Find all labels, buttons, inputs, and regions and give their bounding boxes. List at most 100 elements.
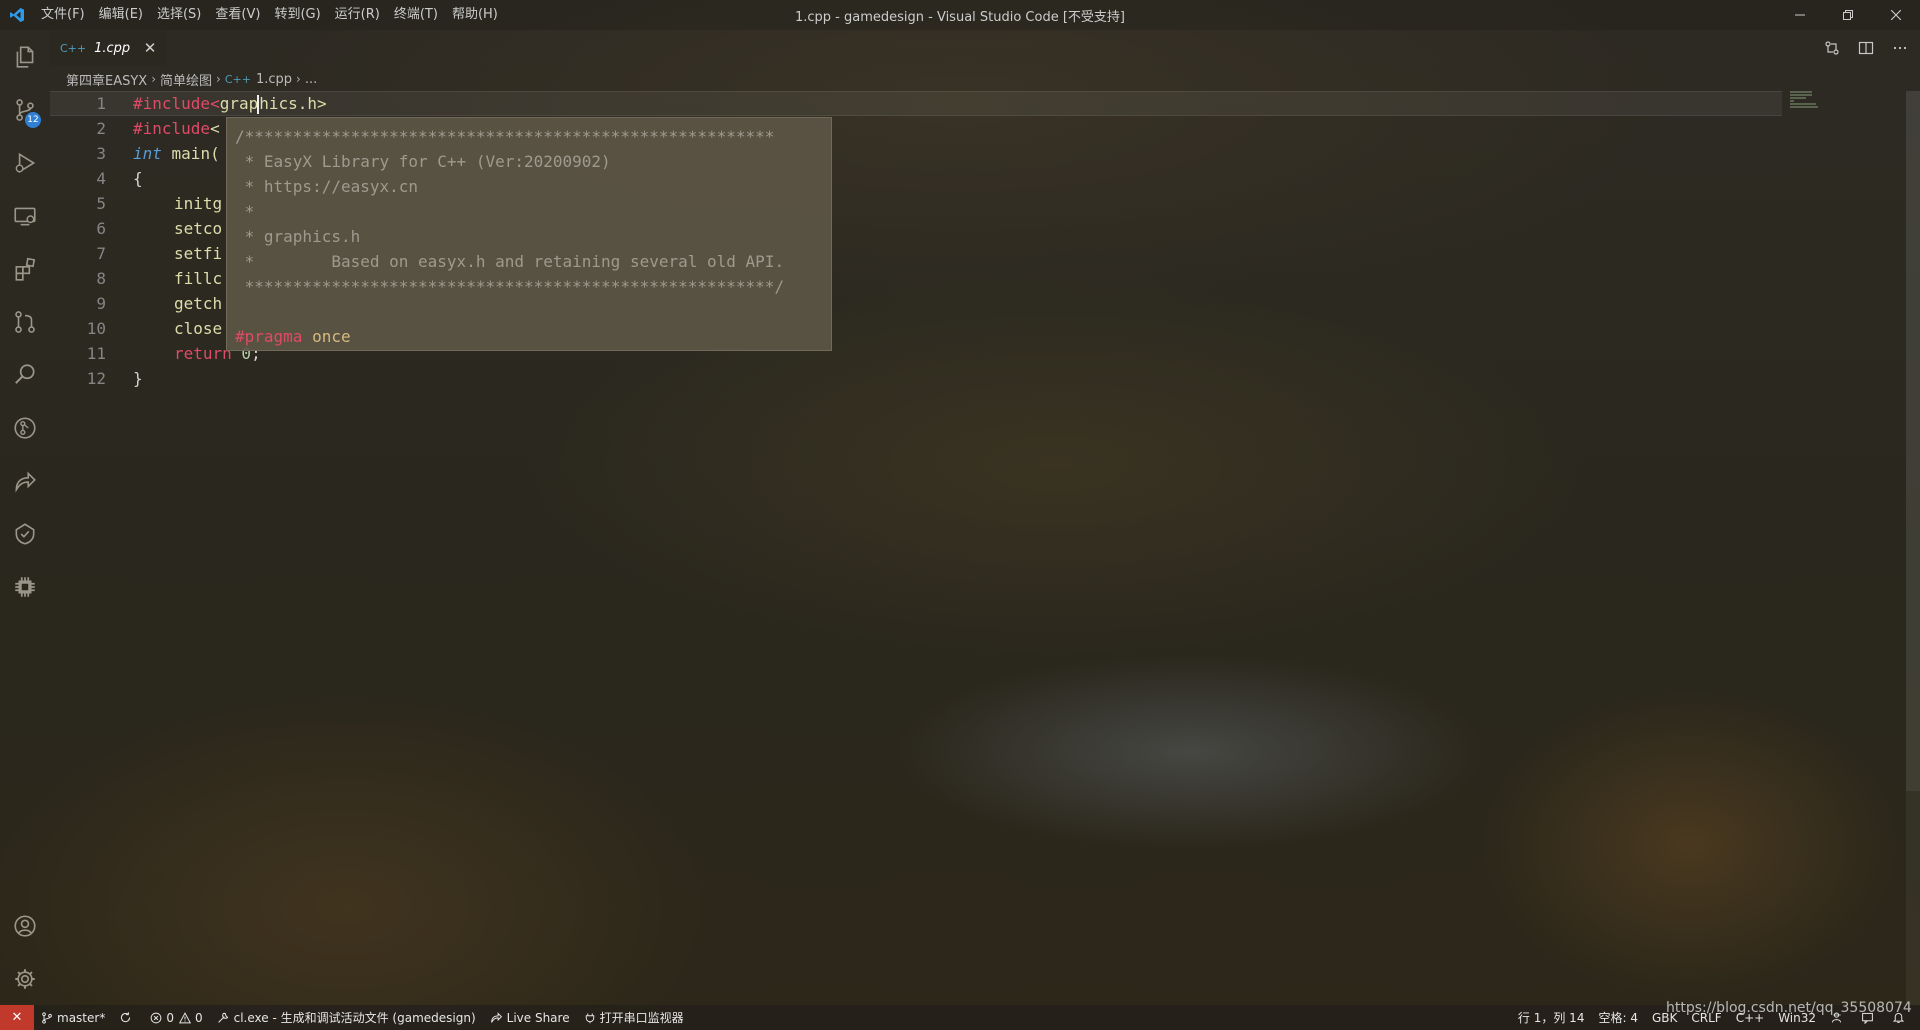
menu-view[interactable]: 查看(V) (208, 0, 267, 30)
explorer-button[interactable] (0, 30, 50, 83)
minimap[interactable] (1790, 91, 1824, 111)
hover-line: * EasyX Library for C++ (Ver:20200902) (235, 152, 611, 171)
line-number: 2 (96, 119, 106, 138)
hover-line: * graphics.h (235, 227, 361, 246)
platformio-icon (15, 576, 35, 597)
sync-button[interactable] (112, 1005, 143, 1030)
code-text: #include< (133, 116, 220, 141)
vscode-logo-icon (0, 0, 34, 30)
testing-button[interactable] (0, 507, 50, 560)
platform-config[interactable]: Win32 (1771, 1005, 1823, 1030)
scrollbar-thumb[interactable] (1906, 91, 1920, 791)
line-number: 4 (96, 169, 106, 188)
accounts-icon (14, 914, 36, 937)
cpp-file-icon: C++ (224, 72, 251, 86)
minimize-button[interactable] (1776, 0, 1824, 30)
token: > (317, 94, 327, 113)
restore-button[interactable] (1824, 0, 1872, 30)
token: grap (219, 94, 259, 113)
hover-line: /***************************************… (235, 127, 775, 146)
compare-changes-button[interactable] (1822, 38, 1842, 58)
line-number: 1 (96, 94, 106, 113)
breadcrumb-folder-chapter[interactable]: 第四章EASYX (66, 70, 147, 89)
bell-icon (1892, 1013, 1905, 1023)
hover-line: ****************************************… (235, 277, 785, 296)
code-text: setfi (174, 244, 223, 263)
breadcrumb-file[interactable]: 1.cpp (256, 72, 292, 87)
split-editor-button[interactable] (1856, 38, 1876, 58)
close-window-button[interactable] (1872, 0, 1920, 30)
live-share-icon (15, 470, 36, 493)
encoding[interactable]: GBK (1645, 1005, 1684, 1030)
settings-button[interactable] (0, 952, 50, 1005)
live-share-status-button[interactable]: Live Share (483, 1005, 577, 1030)
restore-icon (1843, 10, 1853, 20)
chevron-right-icon: › (216, 72, 221, 86)
more-actions-icon (1893, 46, 1907, 50)
indentation[interactable]: 空格: 4 (1591, 1005, 1645, 1030)
token: #include (133, 119, 211, 138)
tab-1cpp[interactable]: C++ 1.cpp ✕ (50, 30, 166, 66)
search-button[interactable] (0, 348, 50, 401)
accounts-button[interactable] (0, 899, 50, 952)
cursor-position[interactable]: 行 1，列 14 (1511, 1005, 1592, 1030)
close-icon (1891, 10, 1901, 20)
git-graph-button[interactable] (0, 295, 50, 348)
run-debug-button[interactable] (0, 136, 50, 189)
menu-terminal[interactable]: 终端(T) (387, 0, 445, 30)
menu-bar: 文件(F) 编辑(E) 选择(S) 查看(V) 转到(G) 运行(R) 终端(T… (34, 0, 505, 30)
status-bar: ✕ master* 0 0 cl.exe - 生成和调试活动文件 (gamede… (0, 1005, 1920, 1030)
menu-edit[interactable]: 编辑(E) (92, 0, 150, 30)
branch-indicator[interactable]: master* (34, 1005, 112, 1030)
serial-monitor-label: 打开串口监视器 (599, 1011, 684, 1025)
feedback-button[interactable] (1823, 1005, 1854, 1030)
tab-close-button[interactable]: ✕ (142, 39, 158, 57)
code-text: fillc (174, 269, 223, 288)
git-graph-icon (15, 310, 35, 333)
settings-gear-icon (15, 968, 35, 989)
line-number: 8 (96, 269, 106, 288)
status-bar-right: 行 1，列 14 空格: 4 GBK CRLF C++ Win32 (1511, 1005, 1916, 1030)
platformio-button[interactable] (0, 560, 50, 613)
more-actions-button[interactable] (1890, 38, 1910, 58)
hover-line: * Based on easyx.h and retaining several… (235, 252, 785, 271)
end-of-line[interactable]: CRLF (1684, 1005, 1728, 1030)
error-icon (150, 1012, 162, 1023)
token: int (133, 144, 162, 163)
title-bar: 文件(F) 编辑(E) 选择(S) 查看(V) 转到(G) 运行(R) 终端(T… (0, 0, 1920, 30)
live-share-button[interactable] (0, 454, 50, 507)
remote-indicator-button[interactable]: ✕ (0, 1005, 34, 1030)
menu-go[interactable]: 转到(G) (267, 0, 327, 30)
menu-help[interactable]: 帮助(H) (445, 0, 505, 30)
build-task-button[interactable]: cl.exe - 生成和调试活动文件 (gamedesign) (210, 1005, 483, 1030)
tools-icon (217, 1012, 228, 1023)
language-mode[interactable]: C++ (1729, 1005, 1772, 1030)
code-text: setco (174, 219, 223, 238)
breadcrumb-symbol[interactable]: ... (305, 72, 317, 87)
menu-run[interactable]: 运行(R) (328, 0, 387, 30)
serial-monitor-button[interactable]: 打开串口监视器 (577, 1005, 691, 1030)
breadcrumb-folder-drawing[interactable]: 简单绘图 (160, 70, 212, 89)
code-text: #include<graphics.h> (133, 91, 327, 116)
gitlens-icon (14, 416, 36, 439)
gitlens-button[interactable] (0, 401, 50, 454)
error-count: 0 (166, 1010, 174, 1025)
menu-file[interactable]: 文件(F) (34, 0, 92, 30)
chevron-right-icon: › (151, 72, 157, 86)
extensions-button[interactable] (0, 242, 50, 295)
line-number: 9 (96, 294, 106, 313)
feedback-icon (1862, 1012, 1873, 1024)
problems-indicator[interactable]: 0 0 (143, 1005, 209, 1030)
tweet-feedback-button[interactable] (1854, 1005, 1885, 1030)
editor-tabs: C++ 1.cpp ✕ (50, 30, 1920, 66)
vertical-scrollbar[interactable] (1906, 91, 1920, 1005)
notifications-button[interactable] (1885, 1005, 1916, 1030)
remote-explorer-button[interactable] (0, 189, 50, 242)
menu-selection[interactable]: 选择(S) (150, 0, 208, 30)
code-text: } (133, 369, 143, 388)
warning-count: 0 (194, 1010, 203, 1025)
live-share-icon (490, 1012, 502, 1023)
source-control-button[interactable]: 12 (0, 83, 50, 136)
line-number: 3 (96, 144, 106, 163)
line-number: 10 (86, 319, 106, 338)
